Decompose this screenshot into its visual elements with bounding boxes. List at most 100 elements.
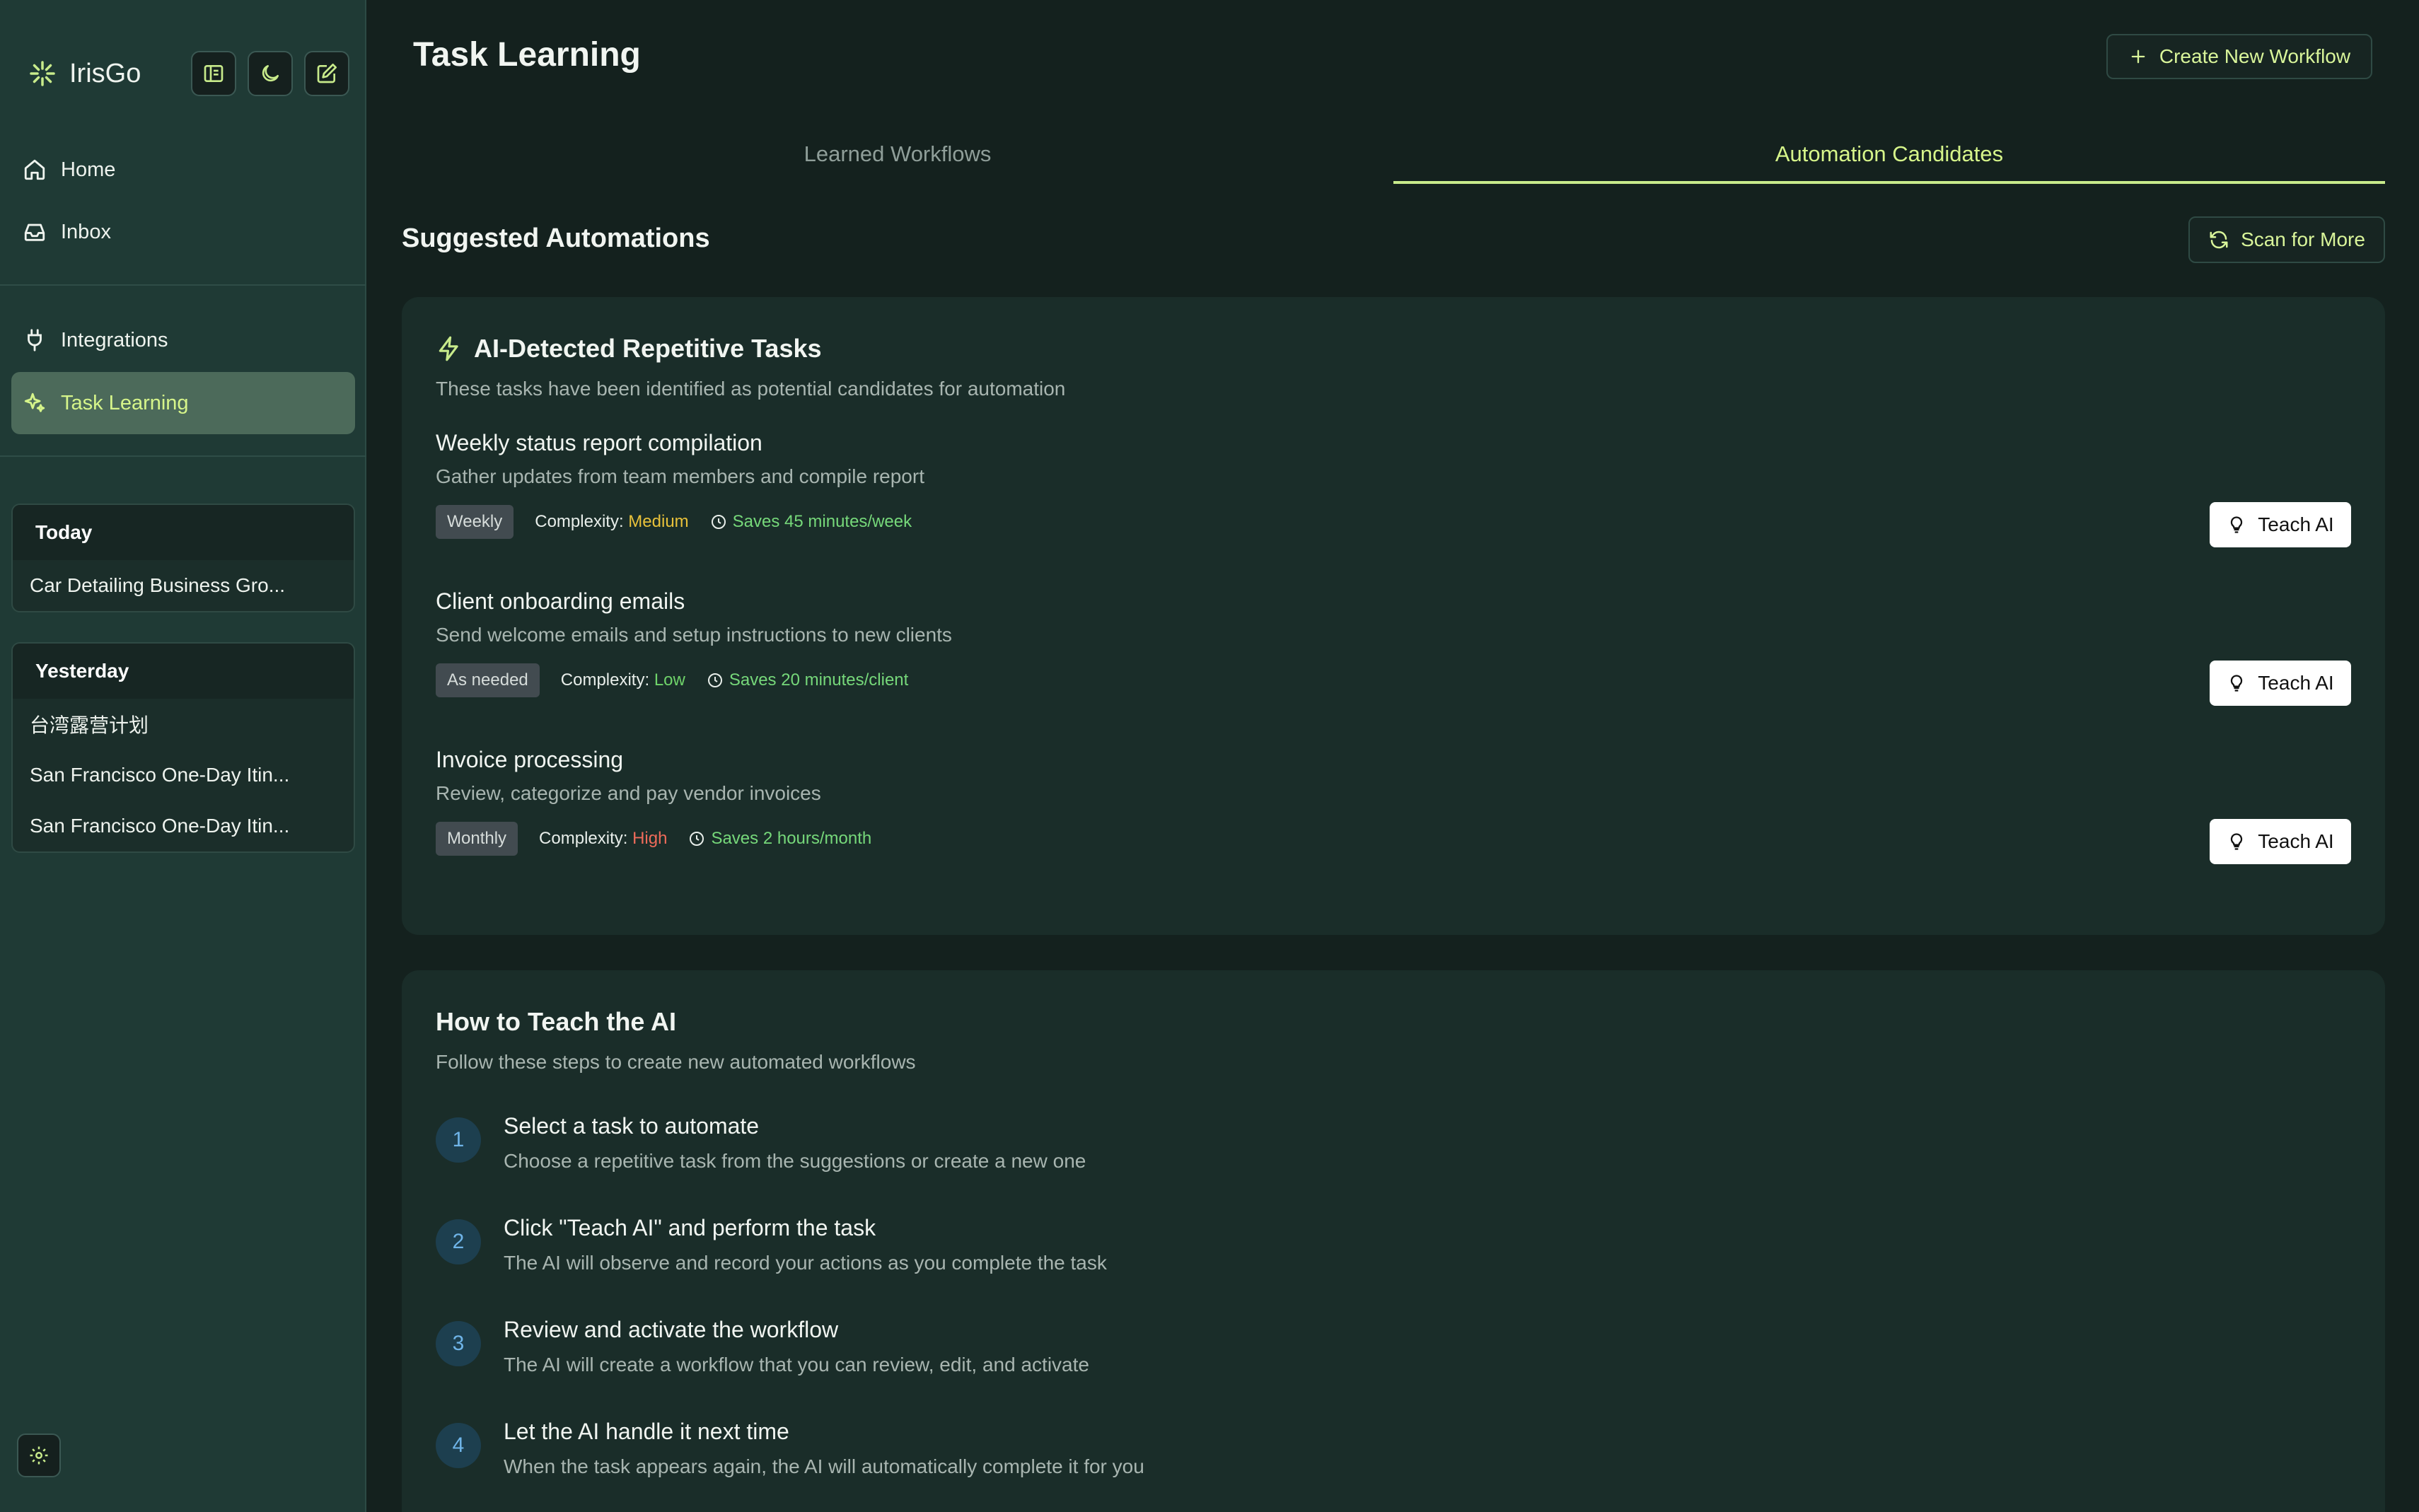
tab-automation-candidates[interactable]: Automation Candidates <box>1393 124 2385 184</box>
task-meta: Weekly Complexity: Medium Saves 45 minut… <box>436 505 912 539</box>
scan-for-more-label: Scan for More <box>2241 228 2365 250</box>
card-title: How to Teach the AI <box>436 1007 677 1036</box>
create-workflow-button[interactable]: Create New Workflow <box>2106 34 2372 79</box>
step-title: Select a task to automate <box>504 1113 760 1139</box>
home-icon <box>24 159 45 180</box>
time-saved-text: Saves 20 minutes/client <box>729 670 909 690</box>
plus-icon <box>2131 50 2145 64</box>
sidebar-item-label: Task Learning <box>61 391 189 414</box>
task-meta: Monthly Complexity: High Saves 2 hours/m… <box>436 822 871 856</box>
step-description: The AI will observe and record your acti… <box>504 1252 1107 1274</box>
frequency-badge: As needed <box>436 663 540 697</box>
clock-icon <box>707 673 722 687</box>
complexity-value: High <box>632 829 668 848</box>
lightbulb-icon <box>2231 833 2243 850</box>
detected-tasks-card: AI-Detected Repetitive Tasks These tasks… <box>402 297 2385 935</box>
gear-icon <box>30 1446 48 1465</box>
complexity-label: Complexity: <box>539 829 628 848</box>
sidebar-item-inbox[interactable]: Inbox <box>11 201 355 263</box>
time-saved: Saves 20 minutes/client <box>707 670 908 690</box>
teach-ai-button[interactable]: Teach AI <box>2210 819 2351 864</box>
task-meta: As needed Complexity: Low Saves 20 minut… <box>436 663 908 697</box>
teach-ai-label: Teach AI <box>2258 513 2334 535</box>
step-number: 3 <box>436 1321 481 1366</box>
app-name: IrisGo <box>69 58 141 88</box>
step-item: 1 Select a task to automate Choose a rep… <box>436 1113 2275 1191</box>
task-item: Invoice processing Review, categorize an… <box>436 747 2351 888</box>
teach-ai-label: Teach AI <box>2258 672 2334 694</box>
tab-bar: Learned Workflows Automation Candidates <box>402 124 2385 184</box>
task-item: Weekly status report compilation Gather … <box>436 430 2351 571</box>
sidebar-item-integrations[interactable]: Integrations <box>11 309 355 371</box>
refresh-icon <box>2210 231 2228 249</box>
moon-icon <box>262 65 279 82</box>
plug-icon <box>28 329 42 351</box>
step-title: Let the AI handle it next time <box>504 1419 789 1444</box>
sidebar-item-home[interactable]: Home <box>11 139 355 201</box>
step-description: The AI will create a workflow that you c… <box>504 1354 1089 1376</box>
sparkles-icon <box>24 392 45 412</box>
teach-ai-button[interactable]: Teach AI <box>2210 502 2351 547</box>
step-item: 4 Let the AI handle it next time When th… <box>436 1419 2275 1496</box>
complexity: Complexity: Medium <box>535 512 688 532</box>
step-number: 1 <box>436 1117 481 1163</box>
history-heading: Yesterday <box>13 644 354 699</box>
history-item[interactable]: San Francisco One-Day Itin... <box>13 750 354 801</box>
teach-ai-button[interactable]: Teach AI <box>2210 661 2351 706</box>
sidebar-item-task-learning[interactable]: Task Learning <box>11 372 355 434</box>
sidebar-layout-icon <box>204 65 224 82</box>
clock-icon <box>690 832 704 846</box>
scan-for-more-button[interactable]: Scan for More <box>2188 216 2385 263</box>
complexity-label: Complexity: <box>535 512 624 531</box>
section-title: Suggested Automations <box>402 223 710 253</box>
card-title: AI-Detected Repetitive Tasks <box>436 334 822 364</box>
brand[interactable]: IrisGo <box>28 54 141 93</box>
complexity: Complexity: High <box>539 829 667 849</box>
lightbulb-icon <box>2231 675 2243 692</box>
task-title: Weekly status report compilation <box>436 430 762 455</box>
tab-learned-workflows[interactable]: Learned Workflows <box>402 124 1393 184</box>
card-subtitle: Follow these steps to create new automat… <box>436 1051 916 1073</box>
step-description: Choose a repetitive task from the sugges… <box>504 1150 1086 1172</box>
theme-toggle-button[interactable] <box>248 51 293 96</box>
logo-icon <box>30 61 55 86</box>
task-title: Invoice processing <box>436 747 624 772</box>
time-saved-text: Saves 45 minutes/week <box>732 512 912 531</box>
frequency-badge: Weekly <box>436 505 514 539</box>
lightbulb-icon <box>2231 516 2243 533</box>
step-title: Review and activate the workflow <box>504 1317 839 1342</box>
sidebar-toolbar <box>191 51 349 96</box>
time-saved: Saves 2 hours/month <box>688 829 871 849</box>
card-subtitle: These tasks have been identified as pote… <box>436 378 1066 400</box>
time-saved: Saves 45 minutes/week <box>710 512 912 532</box>
how-to-teach-card: How to Teach the AI Follow these steps t… <box>402 970 2385 1512</box>
toggle-sidebar-button[interactable] <box>191 51 236 96</box>
new-chat-button[interactable] <box>304 51 349 96</box>
history-item[interactable]: San Francisco One-Day Itin... <box>13 801 354 851</box>
step-title: Click "Teach AI" and perform the task <box>504 1215 876 1240</box>
step-number: 2 <box>436 1219 481 1264</box>
card-title-text: AI-Detected Repetitive Tasks <box>474 334 822 363</box>
time-saved-text: Saves 2 hours/month <box>711 829 872 848</box>
frequency-badge: Monthly <box>436 822 518 856</box>
sidebar-divider <box>0 455 366 457</box>
lightning-icon <box>439 336 458 361</box>
clock-icon <box>711 515 726 529</box>
edit-icon <box>317 64 337 83</box>
history-heading: Today <box>13 505 354 560</box>
page-title: Task Learning <box>413 36 641 74</box>
sidebar-item-label: Inbox <box>61 220 111 243</box>
task-item: Client onboarding emails Send welcome em… <box>436 588 2351 730</box>
history-group-yesterday: Yesterday 台湾露营计划 San Francisco One-Day I… <box>11 642 355 853</box>
history-item[interactable]: Car Detailing Business Gro... <box>13 560 354 611</box>
step-description: When the task appears again, the AI will… <box>504 1455 1144 1477</box>
create-workflow-label: Create New Workflow <box>2159 45 2351 67</box>
history-item[interactable]: 台湾露营计划 <box>13 699 354 750</box>
complexity-value: Low <box>654 670 685 690</box>
settings-button[interactable] <box>17 1434 61 1477</box>
sidebar-item-label: Integrations <box>61 328 168 351</box>
complexity-label: Complexity: <box>560 670 650 690</box>
complexity-value: Medium <box>628 512 689 531</box>
complexity: Complexity: Low <box>561 670 685 690</box>
step-number: 4 <box>436 1423 481 1468</box>
